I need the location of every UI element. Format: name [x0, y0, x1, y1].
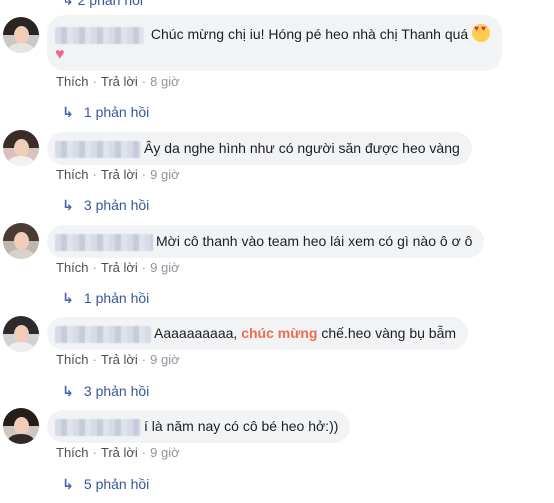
heart-icon: ♥ — [55, 45, 65, 63]
view-replies-link[interactable]: ↳ 5 phản hồi — [62, 476, 149, 493]
comment-time[interactable]: 9 giờ — [150, 167, 180, 182]
avatar-face — [14, 26, 29, 44]
comment-time[interactable]: 9 giờ — [150, 260, 180, 275]
reply-arrow-icon: ↳ — [62, 383, 74, 399]
avatar[interactable] — [3, 408, 39, 444]
reply-arrow-icon: ↳ — [62, 0, 74, 8]
replies-count: 1 phản hồi — [83, 290, 150, 306]
comment-time[interactable]: 9 giờ — [150, 352, 180, 367]
like-button[interactable]: Thích — [56, 352, 89, 367]
comment-bubble: Mời cô thanh vào team heo lái xem có gì … — [47, 225, 485, 258]
comment-text: Ây da nghe hình như có người săn được he… — [144, 140, 460, 156]
avatar[interactable] — [3, 17, 39, 53]
replies-count: 2 phản hồi — [77, 0, 144, 8]
comment-actions: Thích · Trả lời · 9 giờ — [56, 167, 180, 182]
blurred-commenter-name[interactable] — [55, 325, 151, 343]
avatar-face — [14, 232, 29, 250]
replies-count: 3 phản hồi — [83, 197, 150, 213]
reply-arrow-icon: ↳ — [62, 197, 74, 213]
view-replies-link[interactable]: ↳ 3 phản hồi — [62, 383, 149, 400]
blurred-commenter-name[interactable] — [55, 26, 144, 44]
view-replies-link[interactable]: ↳ 1 phản hồi — [62, 104, 149, 121]
avatar-face — [14, 417, 29, 435]
reply-arrow-icon: ↳ — [62, 104, 74, 120]
avatar-body — [8, 342, 34, 352]
like-button[interactable]: Thích — [56, 260, 89, 275]
comment-bubble: Chúc mừng chị iu! Hóng pé heo nhà chị Th… — [47, 15, 503, 71]
reply-button[interactable]: Trả lời — [101, 352, 138, 367]
comment-text: í là năm nay có cô bé heo hở:)) — [144, 418, 339, 434]
view-replies-link[interactable]: ↳ 1 phản hồi — [62, 290, 149, 307]
avatar-face — [14, 325, 29, 343]
comment-text: Mời cô thanh vào team heo lái xem có gì … — [156, 233, 473, 249]
reply-arrow-icon: ↳ — [62, 476, 74, 492]
reply-button[interactable]: Trả lời — [101, 260, 138, 275]
avatar[interactable] — [3, 130, 39, 166]
like-button[interactable]: Thích — [56, 445, 89, 460]
comment-text-end: chế.heo vàng bụ bẫm — [317, 325, 457, 341]
comment-actions: Thích · Trả lời · 8 giờ — [56, 74, 180, 89]
blurred-commenter-name[interactable] — [55, 233, 153, 251]
comment-actions: Thích · Trả lời · 9 giờ — [56, 352, 180, 367]
blurred-commenter-name[interactable] — [55, 140, 141, 158]
avatar-body — [8, 156, 34, 166]
comment-text: Chúc mừng chị iu! Hóng pé heo nhà chị Th… — [150, 26, 469, 42]
comment-time[interactable]: 8 giờ — [150, 74, 180, 89]
like-button[interactable]: Thích — [56, 167, 89, 182]
blurred-commenter-name[interactable] — [55, 418, 141, 436]
avatar[interactable] — [3, 316, 39, 352]
reply-button[interactable]: Trả lời — [101, 74, 138, 89]
avatar-body — [8, 43, 34, 53]
avatar[interactable] — [3, 223, 39, 259]
reply-arrow-icon: ↳ — [62, 290, 74, 306]
comment-text-start: Aaaaaaaaaa, — [154, 325, 242, 341]
replies-count: 5 phản hồi — [83, 476, 150, 492]
avatar-face — [14, 139, 29, 157]
replies-count: 1 phản hồi — [83, 104, 150, 120]
like-button[interactable]: Thích — [56, 74, 89, 89]
reply-button[interactable]: Trả lời — [101, 445, 138, 460]
view-replies-link[interactable]: ↳ 3 phản hồi — [62, 197, 149, 214]
comment-actions: Thích · Trả lời · 9 giờ — [56, 445, 180, 460]
avatar-body — [8, 434, 34, 444]
comment-time[interactable]: 9 giờ — [150, 445, 180, 460]
view-replies-link[interactable]: ↳ 2 phản hồi — [62, 0, 143, 9]
comment-bubble: Aaaaaaaaaa, chúc mừng chế.heo vàng bụ bẫ… — [47, 317, 469, 350]
replies-count: 3 phản hồi — [83, 383, 150, 399]
heart-eyes-emoji-icon — [472, 24, 491, 42]
reply-button[interactable]: Trả lời — [101, 167, 138, 182]
avatar-body — [8, 249, 34, 259]
comment-bubble: Ây da nghe hình như có người săn được he… — [47, 132, 472, 165]
comment-bubble: í là năm nay có cô bé heo hở:)) — [47, 410, 351, 443]
highlighted-hashtag[interactable]: chúc mừng — [241, 325, 317, 341]
comment-actions: Thích · Trả lời · 9 giờ — [56, 260, 180, 275]
